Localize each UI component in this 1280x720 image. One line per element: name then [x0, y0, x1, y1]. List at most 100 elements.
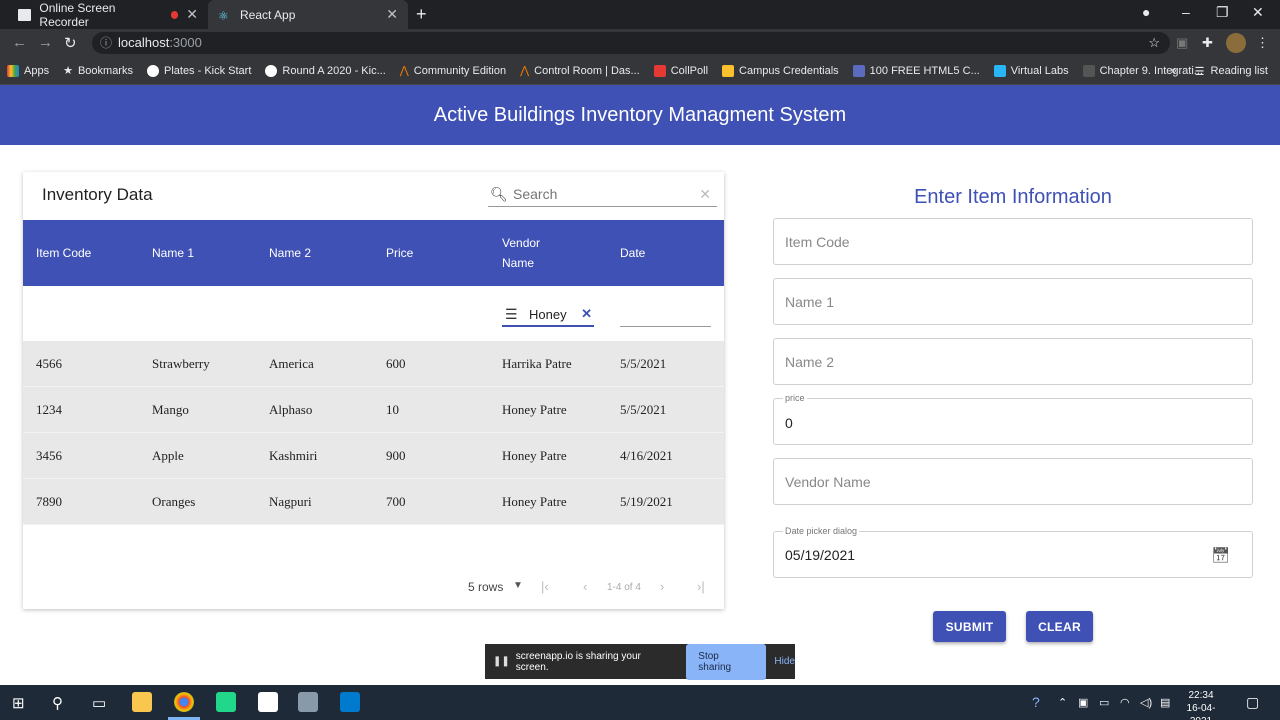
item-code-field[interactable]: Item Code	[773, 218, 1253, 265]
table-row[interactable]: 1234 Mango Alphaso 10 Honey Patre 5/5/20…	[23, 387, 724, 433]
task-view-icon[interactable]: ▭	[92, 694, 106, 712]
prev-page-icon[interactable]: ‹	[583, 579, 587, 594]
star-icon[interactable]: ☆	[1148, 32, 1160, 54]
tray-app-icon[interactable]: ▣	[1078, 696, 1088, 709]
pagination: 5 rows ▼ |‹ ‹ 1-4 of 4 › ›|	[23, 574, 724, 600]
vendor-filter-input[interactable]: Honey	[529, 307, 581, 322]
column-header-vendor-name[interactable]: Vendor Name	[502, 220, 540, 286]
bookmark-html5[interactable]: 100 FREE HTML5 C...	[846, 64, 987, 77]
vscode-icon[interactable]	[340, 692, 360, 712]
mongodb-compass-icon[interactable]	[258, 692, 278, 712]
column-header-item-code[interactable]: Item Code	[36, 220, 91, 286]
cell-vendor: Honey Patre	[502, 402, 567, 417]
vendor-name-field[interactable]: Vendor Name	[773, 458, 1253, 505]
rows-per-page-select[interactable]: 5 rows	[468, 580, 503, 594]
tab-online-screen-recorder[interactable]: Online Screen Recorder ✕	[8, 0, 208, 29]
clear-filter-icon[interactable]: ✕	[581, 306, 592, 322]
table-row[interactable]: 4566 Strawberry America 600 Harrika Patr…	[23, 341, 724, 387]
maximize-icon[interactable]: ❐	[1216, 4, 1229, 21]
filter-icon: ☰	[505, 305, 518, 322]
pycharm-icon[interactable]	[216, 692, 236, 712]
search-input[interactable]	[513, 186, 700, 202]
language-icon[interactable]: ▤	[1160, 696, 1170, 709]
clear-search-icon[interactable]: ✕	[699, 186, 711, 203]
name1-field[interactable]: Name 1	[773, 278, 1253, 325]
minimize-icon[interactable]: –	[1182, 4, 1190, 20]
bookmark-round-a[interactable]: Round A 2020 - Kic...	[258, 64, 392, 77]
help-icon[interactable]: ?	[1032, 694, 1040, 710]
more-bookmarks-icon[interactable]: »	[1171, 65, 1177, 77]
vendor-filter-field[interactable]: ☰ Honey ✕	[502, 303, 594, 327]
bookmark-bookmarks[interactable]: ★ Bookmarks	[56, 64, 140, 78]
name1-placeholder: Name 1	[785, 294, 835, 310]
close-window-icon[interactable]: ✕	[1252, 4, 1264, 21]
windows-start-icon[interactable]: ⊞	[12, 694, 25, 712]
camera-icon[interactable]	[298, 692, 318, 712]
clear-button[interactable]: CLEAR	[1026, 611, 1093, 642]
cell-name1: Apple	[152, 448, 184, 463]
calendar-icon[interactable]: 📅︎	[1211, 546, 1230, 564]
system-clock[interactable]: 22:34 16-04-2021	[1178, 689, 1224, 720]
triangle-icon: ⋀	[520, 65, 530, 77]
name2-field[interactable]: Name 2	[773, 338, 1253, 385]
table-row[interactable]: 3456 Apple Kashmiri 900 Honey Patre 4/16…	[23, 433, 724, 479]
notifications-icon[interactable]: ▢	[1246, 694, 1259, 711]
file-explorer-icon[interactable]	[132, 692, 152, 712]
column-header-date[interactable]: Date	[620, 220, 645, 286]
hide-button[interactable]: Hide	[774, 656, 795, 667]
chevron-up-icon[interactable]: ⌃	[1058, 696, 1067, 709]
table-row[interactable]: 7890 Oranges Nagpuri 700 Honey Patre 5/1…	[23, 479, 724, 525]
menu-icon[interactable]: ⋮	[1256, 35, 1269, 51]
forward-icon[interactable]: →	[38, 34, 53, 51]
apps-icon	[7, 64, 19, 77]
page-icon	[1082, 64, 1095, 77]
filter-row: ☰ Honey ✕	[23, 286, 724, 341]
battery-icon[interactable]: ▭	[1099, 696, 1109, 709]
url-field[interactable]: ⓘ localhost:3000 ☆	[92, 32, 1170, 54]
dropdown-caret-icon[interactable]: ▼	[513, 580, 523, 591]
column-header-price[interactable]: Price	[386, 220, 413, 286]
stop-sharing-button[interactable]: Stop sharing	[686, 643, 767, 680]
folder-icon	[722, 64, 735, 77]
url-host: localhost	[118, 35, 170, 50]
cell-vendor: Honey Patre	[502, 494, 567, 509]
close-icon[interactable]: ✕	[186, 6, 198, 23]
form-title: Enter Item Information	[914, 186, 1112, 208]
close-icon[interactable]: ✕	[386, 6, 398, 23]
puzzle-icon[interactable]: ✚	[1202, 35, 1213, 51]
bookmark-virtual-labs[interactable]: Virtual Labs	[987, 64, 1076, 77]
reload-icon[interactable]: ↻	[64, 34, 77, 52]
bookmark-label: CollPoll	[670, 64, 709, 77]
bookmark-community-edition[interactable]: ⋀ Community Edition	[393, 64, 513, 78]
column-header-name2[interactable]: Name 2	[269, 220, 311, 286]
cell-date: 5/5/2021	[620, 356, 667, 371]
profile-avatar[interactable]	[1226, 33, 1246, 53]
extension-grey-icon[interactable]: ▣	[1176, 35, 1188, 51]
reading-list-link[interactable]: Reading list	[1211, 65, 1268, 77]
bookmark-campus-credentials[interactable]: Campus Credentials	[715, 64, 846, 77]
new-tab-icon[interactable]: +	[416, 4, 427, 25]
search-icon[interactable]: ⚲	[52, 694, 63, 712]
cell-name1: Mango	[152, 402, 189, 417]
bookmark-plates[interactable]: Plates - Kick Start	[140, 64, 258, 77]
date-value: 05/19/2021	[785, 547, 856, 563]
next-page-icon[interactable]: ›	[660, 579, 664, 594]
wifi-icon[interactable]: ◠	[1120, 696, 1130, 709]
submit-button[interactable]: SUBMIT	[933, 611, 1006, 642]
first-page-icon[interactable]: |‹	[541, 579, 549, 594]
media-icon[interactable]: ●	[1142, 4, 1150, 20]
column-header-name1[interactable]: Name 1	[152, 220, 194, 286]
volume-icon[interactable]: ◁)	[1140, 696, 1152, 709]
bookmark-apps[interactable]: Apps	[0, 64, 56, 77]
tab-react-app[interactable]: ⚛ React App ✕	[208, 0, 408, 29]
bookmark-control-room[interactable]: ⋀ Control Room | Das...	[513, 64, 647, 78]
date-filter-input[interactable]	[620, 303, 711, 327]
last-page-icon[interactable]: ›|	[697, 579, 705, 594]
bookmark-collpoll[interactable]: CollPoll	[647, 64, 715, 77]
chrome-icon[interactable]	[174, 692, 194, 712]
clock-time: 22:34	[1188, 690, 1214, 701]
price-field[interactable]: price 0	[773, 393, 1253, 445]
app-title: Active Buildings Inventory Managment Sys…	[433, 103, 847, 126]
date-picker-field[interactable]: Date picker dialog 05/19/2021 📅︎	[773, 526, 1253, 578]
back-icon[interactable]: ←	[12, 34, 27, 51]
